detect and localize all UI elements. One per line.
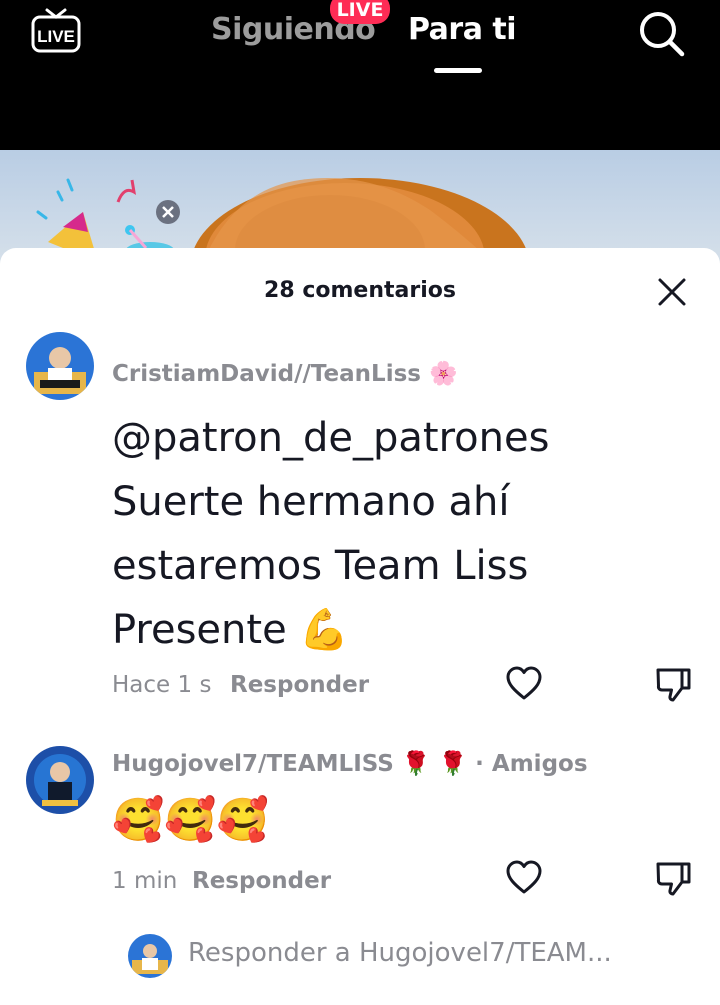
comment-timestamp: 1 min [112, 868, 178, 894]
comments-count-title: 28 comentarios [264, 278, 456, 303]
heart-icon[interactable] [504, 664, 544, 704]
tab-for-you[interactable]: Para ti [408, 12, 517, 47]
reply-button[interactable]: Responder [192, 868, 331, 894]
reply-input-bar[interactable]: Responder a Hugojovel7/TEAM... [0, 924, 720, 984]
comment-line: estaremos Team Liss [112, 543, 529, 589]
reply-button[interactable]: Responder [230, 672, 369, 698]
active-tab-indicator [434, 68, 482, 73]
comment-author-name: Hugojovel7/TEAMLISS 🌹 🌹 [112, 751, 468, 777]
search-icon[interactable] [636, 8, 686, 58]
comment-line: Presente 💪 [112, 607, 350, 653]
comments-sheet: 28 comentarios CristiamDavid//TeanLiss 🌸… [0, 248, 720, 1005]
comment-timestamp: Hace 1 s [112, 672, 212, 698]
avatar[interactable] [26, 746, 94, 814]
comment-text: 🥰🥰🥰 [112, 795, 269, 844]
svg-text:LIVE: LIVE [37, 27, 75, 46]
comment-text: @patron_de_patrones Suerte hermano ahí e… [112, 406, 672, 662]
thumbs-down-icon[interactable] [654, 858, 694, 898]
comment-author[interactable]: CristiamDavid//TeanLiss 🌸 [112, 360, 458, 387]
avatar-image [26, 746, 94, 814]
reply-input-placeholder[interactable]: Responder a Hugojovel7/TEAM... [188, 938, 612, 968]
friends-tag: · Amigos [475, 751, 588, 777]
avatar-image [26, 332, 94, 400]
avatar-image [128, 934, 172, 978]
live-tv-icon[interactable]: LIVE [30, 6, 82, 56]
comment-line: Suerte hermano ahí [112, 479, 510, 525]
avatar[interactable] [26, 332, 94, 400]
current-user-avatar [128, 934, 172, 978]
comment-author[interactable]: Hugojovel7/TEAMLISS 🌹 🌹 · Amigos [112, 750, 588, 777]
live-badge: LIVE [330, 0, 390, 24]
top-navigation-bar: LIVE Siguiendo LIVE Para ti [0, 0, 720, 150]
close-icon[interactable] [656, 276, 688, 308]
thumbs-down-icon[interactable] [654, 664, 694, 704]
heart-icon[interactable] [504, 858, 544, 898]
comment-line: @patron_de_patrones [112, 415, 550, 461]
